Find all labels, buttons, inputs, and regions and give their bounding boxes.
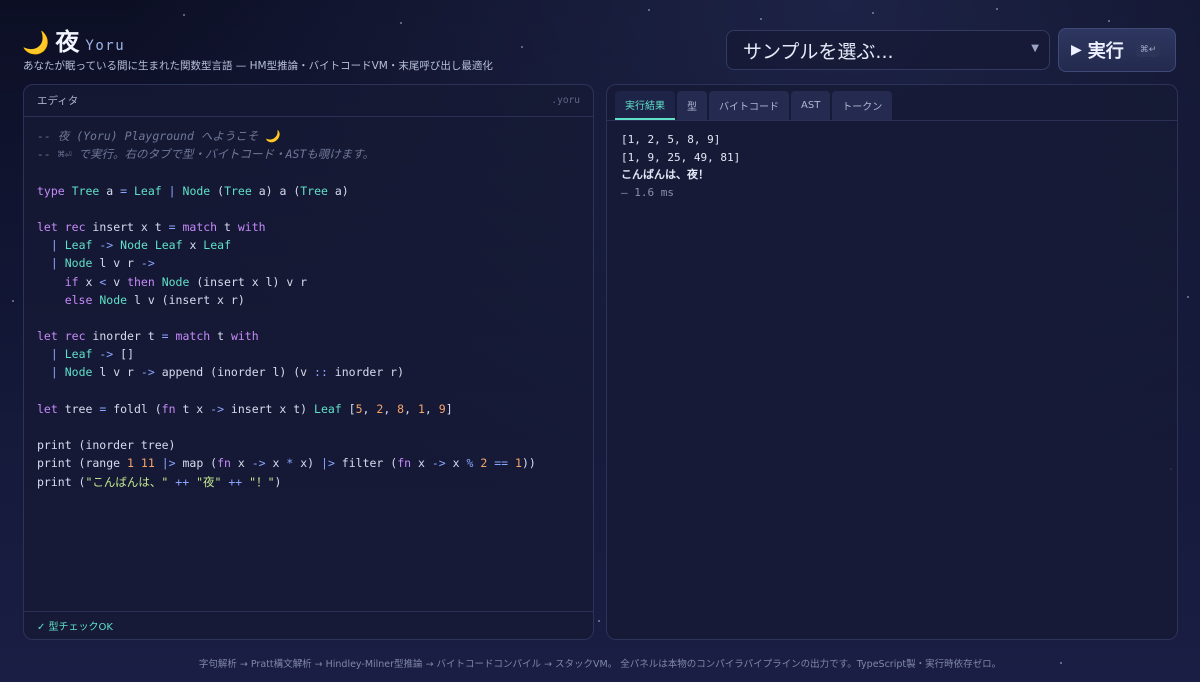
run-button-label: 実行 — [1087, 41, 1124, 62]
editor-panel: エディタ .yoru -- 夜 (Yoru) Playground へようこそ … — [23, 84, 594, 640]
sample-select[interactable]: サンプルを選ぶ... ▼ — [726, 30, 1050, 70]
run-button[interactable]: ▶ 実行 ⌘↵ — [1058, 28, 1176, 72]
execution-time: — 1.6 ms — [621, 185, 674, 199]
code-line: | Leaf -> [] — [50, 347, 135, 362]
run-shortcut-hint: ⌘↵ — [1135, 43, 1161, 57]
typecheck-status: ✓ 型チェックOK — [24, 611, 593, 639]
app-title-latin: Yoru — [85, 38, 126, 54]
app-title: 夜 — [55, 28, 80, 56]
file-extension: .yoru — [551, 95, 580, 106]
pipeline-footer: 字句解析 → Pratt構文解析 → Hindley-Milner型推論 → バ… — [198, 659, 1002, 670]
output-tabs: 実行結果型バイトコード AST トークン — [607, 85, 1177, 121]
output-line: [1, 2, 5, 8, 9] — [621, 133, 721, 146]
output-tab[interactable]: 型 — [677, 91, 707, 120]
output-console: [1, 2, 5, 8, 9] [1, 9, 25, 49, 81] こんばんは… — [607, 121, 1177, 211]
output-panel: 実行結果型バイトコード AST トークン [1, 2, 5, 8, 9] [1, 9… — [606, 84, 1178, 640]
output-tab[interactable]: AST — [791, 91, 831, 120]
editor-label: エディタ — [37, 95, 79, 107]
play-icon: ▶ — [1071, 42, 1082, 58]
code-line: | Node l v r -> append (inorder l) (v ::… — [50, 365, 405, 380]
sample-select-value: サンプルを選ぶ... — [743, 40, 894, 63]
editor-header: エディタ .yoru — [24, 85, 593, 117]
code-line: -- ⌘⏎ で実行。右のタブで型・バイトコード・ASTも覗けます。 — [37, 147, 375, 162]
output-line: こんばんは、夜！ — [621, 168, 709, 181]
code-line: print (inorder tree) — [37, 438, 176, 453]
output-tab[interactable]: トークン — [832, 91, 893, 120]
code-line: let rec inorder t = match t with — [37, 329, 259, 344]
output-line: [1, 9, 25, 49, 81] — [621, 150, 741, 164]
app-subtitle: あなたが眠っている間に生まれた関数型言語 — HM型推論・バイトコードVM・末尾… — [23, 60, 493, 72]
chevron-down-icon: ▼ — [1031, 43, 1039, 54]
code-line: let rec insert x t = match t with — [37, 219, 266, 234]
code-line: | Leaf -> Node Leaf x Leaf — [50, 238, 231, 253]
output-tab[interactable]: バイトコード — [709, 91, 789, 120]
moon-icon: 🌙 — [22, 31, 50, 56]
code-line: if x < v then Node (insert x l) v r — [64, 274, 308, 289]
code-editor[interactable]: -- 夜 (Yoru) Playground へようこそ 🌙 -- ⌘⏎ で実行。… — [24, 117, 593, 501]
code-line: else Node l v (insert x r) — [64, 292, 245, 307]
code-line: print ("こんばんは、" ++ "夜" ++ "！") — [37, 474, 282, 489]
code-line: let tree = foldl (fn t x -> insert x t) … — [37, 401, 453, 416]
code-line: -- 夜 (Yoru) Playground へようこそ 🌙 — [37, 129, 280, 143]
brand: 🌙 夜 Yoru — [22, 22, 125, 57]
code-line: type Tree a = Leaf | Node (Tree a) a (Tr… — [37, 183, 349, 198]
code-line: print (range 1 11 |> map (fn x -> x * x)… — [37, 456, 536, 471]
code-line: | Node l v r -> — [50, 256, 155, 271]
output-tab[interactable]: 実行結果 — [615, 91, 675, 120]
